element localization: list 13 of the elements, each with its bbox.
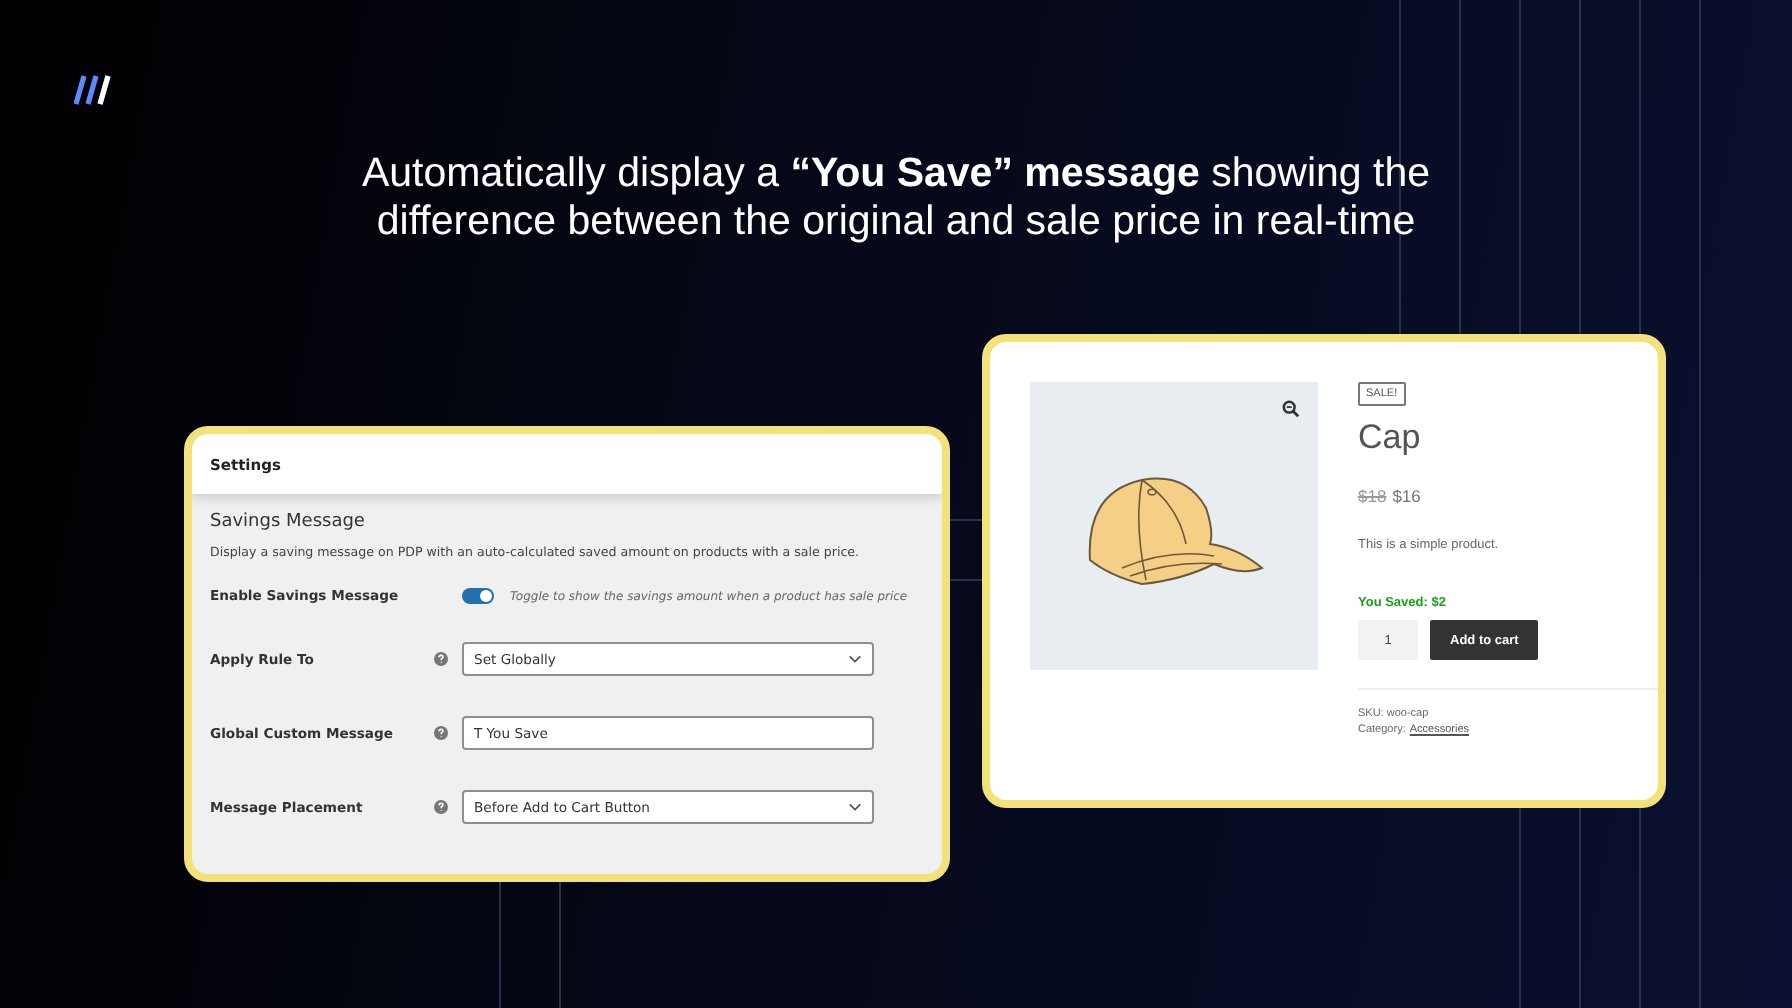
chevron-down-icon bbox=[848, 802, 862, 812]
chevron-down-icon bbox=[848, 654, 862, 664]
original-price: $18 bbox=[1358, 486, 1387, 506]
help-icon[interactable] bbox=[434, 652, 448, 666]
headline-line: difference between the original and sale price in real-time bbox=[376, 198, 1416, 246]
toggle-switch[interactable] bbox=[462, 588, 494, 604]
zoom-icon[interactable] bbox=[1282, 400, 1300, 418]
product-title: Cap bbox=[1358, 418, 1421, 458]
headline-line: Automatically display a “You Save” message showing the bbox=[361, 150, 1431, 198]
help-icon[interactable] bbox=[434, 800, 448, 814]
help-icon[interactable] bbox=[434, 726, 448, 740]
section-title: Savings Message bbox=[210, 512, 367, 532]
sale-price: $16 bbox=[1392, 486, 1421, 506]
